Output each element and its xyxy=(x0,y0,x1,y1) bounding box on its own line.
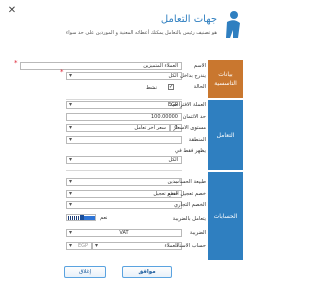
price-level-value: سعر اخر تعامل xyxy=(134,125,166,131)
dialog-title: جهات التعامل xyxy=(160,14,217,25)
divider xyxy=(66,170,182,171)
show-only-in-value: الكل xyxy=(168,157,178,163)
tax-value: VAT xyxy=(119,230,129,236)
reference-currency-select[interactable]: EGP xyxy=(66,242,92,250)
trade-discount-select[interactable] xyxy=(66,201,182,209)
section-tab-basic-label: بيانات التاسسية xyxy=(214,71,237,87)
section-tab-accounts-label: الحسابات xyxy=(213,212,238,220)
included-in-label: يندرج بداخل xyxy=(180,73,206,79)
included-in-select[interactable]: الكل xyxy=(66,72,182,80)
section-tab-basic: بيانات التاسسية xyxy=(208,60,243,98)
default-currency-label: العملة الافتراضية xyxy=(169,102,206,108)
show-only-in-select[interactable]: الكل xyxy=(66,156,182,164)
divider xyxy=(66,99,182,100)
close-button[interactable]: ✕ xyxy=(7,6,17,16)
region-select[interactable] xyxy=(66,136,182,144)
default-currency-select[interactable]: EGP xyxy=(66,101,182,109)
status-label: الحالة xyxy=(193,84,206,90)
toggle-track xyxy=(84,216,95,220)
required-mark: * xyxy=(14,59,18,67)
active-checkbox[interactable]: ✓ xyxy=(168,84,174,90)
person-icon xyxy=(226,11,240,38)
section-tab-dealing: التعامل xyxy=(208,100,243,170)
credit-limit-label: حد الائتمان xyxy=(182,114,206,120)
tax-treatment-label: يتعامل بالضريبة xyxy=(172,216,206,222)
region-label: المنطقة xyxy=(188,137,206,143)
active-label: نشط xyxy=(146,85,157,91)
tax-label: الضريبة xyxy=(189,230,206,236)
account-type-label: طبيعة الحساب xyxy=(174,179,206,185)
name-label: الاسم xyxy=(193,63,206,69)
account-type-select[interactable]: مدين xyxy=(66,178,182,186)
price-level-select[interactable]: سعر اخر تعامل xyxy=(66,124,170,132)
show-only-in-label: يظهر فقط في xyxy=(174,148,206,154)
check-icon: ✓ xyxy=(169,84,174,90)
tax-toggle[interactable] xyxy=(66,214,96,221)
reference-account-label: حساب الاسناد xyxy=(175,243,206,249)
price-level-label: مستوى الاسعار xyxy=(173,125,206,131)
payment-discount-label: خصم تعجيل الدفع xyxy=(167,191,206,197)
toggle-track-pattern xyxy=(68,216,80,220)
ok-button[interactable]: موافق xyxy=(122,266,172,278)
payment-discount-select[interactable]: خصم تعجيل xyxy=(66,190,182,198)
section-tab-accounts: الحسابات xyxy=(208,172,243,260)
tax-select[interactable]: VAT xyxy=(66,229,182,237)
close-dialog-button[interactable]: إغلاق xyxy=(64,266,106,278)
required-mark: * xyxy=(60,68,64,76)
close-icon: ✕ xyxy=(7,5,17,16)
reference-currency-value: EGP xyxy=(77,243,88,249)
credit-limit-input[interactable]: 100.00000 xyxy=(66,113,182,121)
trade-discount-label: الخصم التجاري xyxy=(173,202,206,208)
reference-account-select[interactable]: العملاء xyxy=(92,242,182,250)
tax-toggle-value: نعم xyxy=(100,215,108,221)
section-tab-dealing-label: التعامل xyxy=(216,131,235,139)
name-field[interactable]: العملاء المتميزين xyxy=(20,62,182,70)
included-in-value: الكل xyxy=(168,73,178,79)
dialog-subtitle: هو تصنيف رئيس بالتعامل يمكنك أعطائه المع… xyxy=(65,30,217,36)
